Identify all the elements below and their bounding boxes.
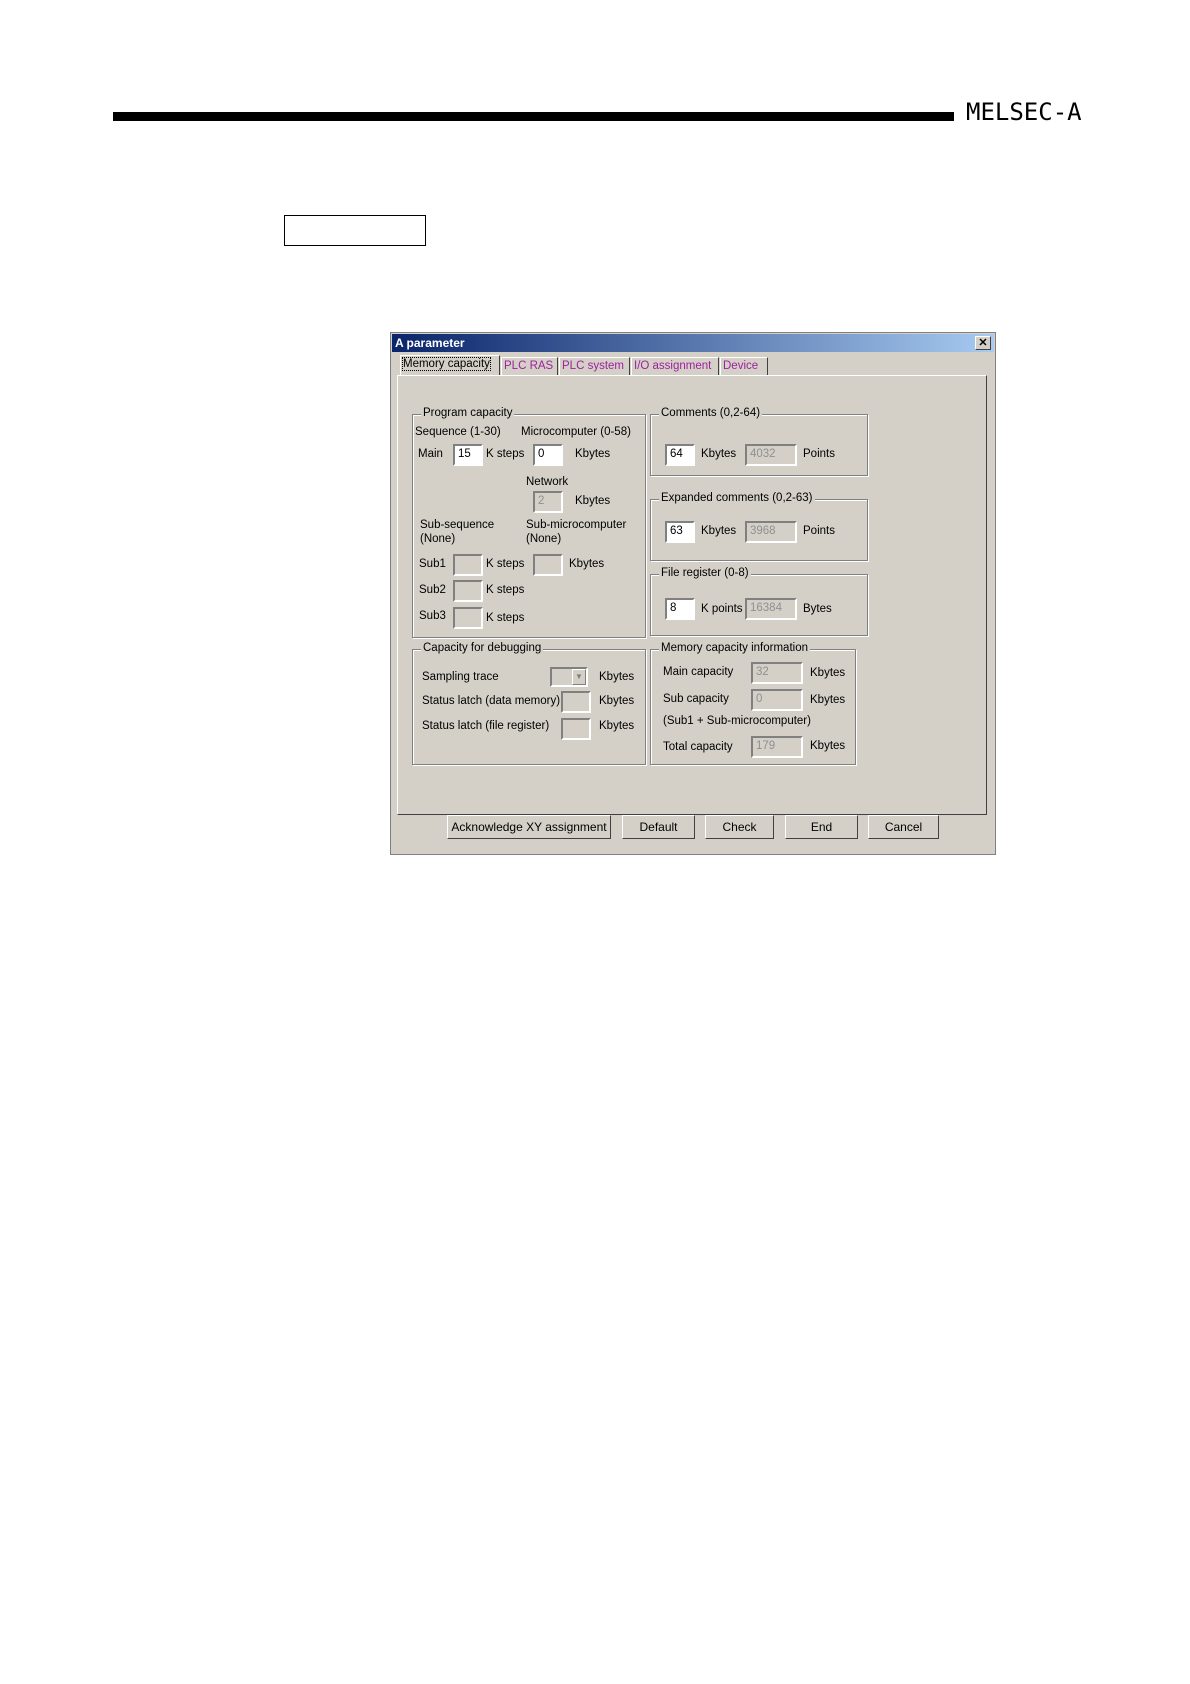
kbytes-label: Kbytes — [569, 558, 605, 570]
cancel-button[interactable]: Cancel — [868, 815, 939, 839]
sub3-label: Sub3 — [419, 610, 446, 622]
file-register-bytes-value: 16384 — [745, 598, 797, 620]
status-latch-data-label: Status latch (data memory) — [422, 695, 561, 707]
sub2-input — [453, 580, 483, 602]
microcomputer-input[interactable]: 0 — [533, 444, 563, 466]
title-bar[interactable]: A parameter ✕ — [392, 334, 994, 352]
sub-micro-input — [533, 554, 563, 576]
microcomputer-label: Microcomputer (0-58) — [521, 426, 631, 438]
group-title: Capacity for debugging — [421, 642, 544, 654]
kpoints-label: K points — [701, 603, 743, 615]
dialog-title: A parameter — [395, 336, 465, 350]
kbytes-label: Kbytes — [701, 525, 737, 537]
kbytes-label: Kbytes — [599, 671, 635, 683]
tab-plc-system[interactable]: PLC system — [559, 357, 630, 375]
sub-micro-label: Sub-microcomputer — [526, 519, 627, 531]
empty-label-box — [284, 215, 426, 246]
kbytes-label: Kbytes — [599, 695, 635, 707]
end-button[interactable]: End — [785, 815, 858, 839]
ksteps-label: K steps — [486, 448, 525, 460]
default-button[interactable]: Default — [622, 815, 695, 839]
ksteps-label: K steps — [486, 584, 525, 596]
group-title: Comments (0,2-64) — [659, 407, 763, 419]
debugging-group: Capacity for debugging Sampling trace ▼ … — [412, 642, 646, 765]
group-title: Expanded comments (0,2-63) — [659, 492, 815, 504]
sub1-label: Sub1 — [419, 558, 446, 570]
file-register-group: File register (0-8) 8 K points 16384 Byt… — [650, 567, 868, 636]
sampling-trace-label: Sampling trace — [422, 671, 499, 683]
status-latch-file-label: Status latch (file register) — [422, 720, 550, 732]
tab-memory-capacity[interactable]: Memory capacity — [400, 355, 500, 375]
file-register-input[interactable]: 8 — [665, 598, 695, 620]
total-capacity-label: Total capacity — [663, 741, 733, 753]
check-button[interactable]: Check — [705, 815, 774, 839]
sampling-trace-select[interactable]: ▼ — [550, 667, 588, 687]
ksteps-label: K steps — [486, 612, 525, 624]
tab-label: Memory capacity — [402, 357, 491, 371]
brand-label: MELSEC-A — [966, 98, 1082, 126]
ksteps-label: K steps — [486, 558, 525, 570]
sub1-input — [453, 554, 483, 576]
main-label: Main — [418, 448, 443, 460]
tab-plc-ras[interactable]: PLC RAS — [501, 357, 558, 375]
chevron-down-icon: ▼ — [572, 669, 586, 685]
expanded-points-value: 3968 — [745, 521, 797, 543]
comments-group: Comments (0,2-64) 64 Kbytes 4032 Points — [650, 407, 868, 476]
sub-sequence-none: (None) — [420, 533, 456, 545]
group-title: File register (0-8) — [659, 567, 751, 579]
kbytes-label: Kbytes — [575, 495, 611, 507]
a-parameter-dialog: A parameter ✕ Memory capacity PLC RAS PL… — [390, 332, 996, 855]
main-capacity-label: Main capacity — [663, 666, 734, 678]
network-input: 2 — [533, 491, 563, 513]
bytes-label: Bytes — [803, 603, 832, 615]
expanded-comments-group: Expanded comments (0,2-63) 63 Kbytes 396… — [650, 492, 868, 561]
main-steps-input[interactable]: 15 — [453, 444, 483, 466]
sequence-label: Sequence (1-30) — [415, 426, 501, 438]
memory-info-group: Memory capacity information Main capacit… — [650, 642, 856, 765]
tab-device[interactable]: Device — [720, 357, 768, 375]
sub2-label: Sub2 — [419, 584, 446, 596]
tab-io-assignment[interactable]: I/O assignment — [631, 357, 719, 375]
expanded-comments-input[interactable]: 63 — [665, 521, 695, 543]
kbytes-label: Kbytes — [575, 448, 611, 460]
group-title: Program capacity — [421, 407, 515, 419]
kbytes-label: Kbytes — [810, 694, 846, 706]
close-icon[interactable]: ✕ — [975, 336, 991, 350]
kbytes-label: Kbytes — [810, 740, 846, 752]
program-capacity-group: Program capacity Sequence (1-30) Microco… — [412, 407, 646, 638]
sub3-input — [453, 607, 483, 629]
sub-note-label: (Sub1 + Sub-microcomputer) — [663, 715, 811, 727]
points-label: Points — [803, 448, 835, 460]
sub-capacity-label: Sub capacity — [663, 693, 729, 705]
total-capacity-value: 179 — [751, 736, 803, 758]
network-label: Network — [526, 476, 569, 488]
group-title: Memory capacity information — [659, 642, 810, 654]
comments-points-value: 4032 — [745, 444, 797, 466]
status-latch-file-input — [561, 718, 591, 740]
header-rule — [113, 112, 954, 121]
kbytes-label: Kbytes — [810, 667, 846, 679]
kbytes-label: Kbytes — [599, 720, 635, 732]
status-latch-data-input — [561, 691, 591, 713]
sub-micro-none: (None) — [526, 533, 562, 545]
sub-capacity-value: 0 — [751, 689, 803, 711]
points-label: Points — [803, 525, 835, 537]
kbytes-label: Kbytes — [701, 448, 737, 460]
acknowledge-xy-button[interactable]: Acknowledge XY assignment — [447, 815, 611, 839]
comments-input[interactable]: 64 — [665, 444, 695, 466]
memory-capacity-panel: Program capacity Sequence (1-30) Microco… — [397, 375, 987, 815]
main-capacity-value: 32 — [751, 662, 803, 684]
sub-sequence-label: Sub-sequence — [420, 519, 495, 531]
